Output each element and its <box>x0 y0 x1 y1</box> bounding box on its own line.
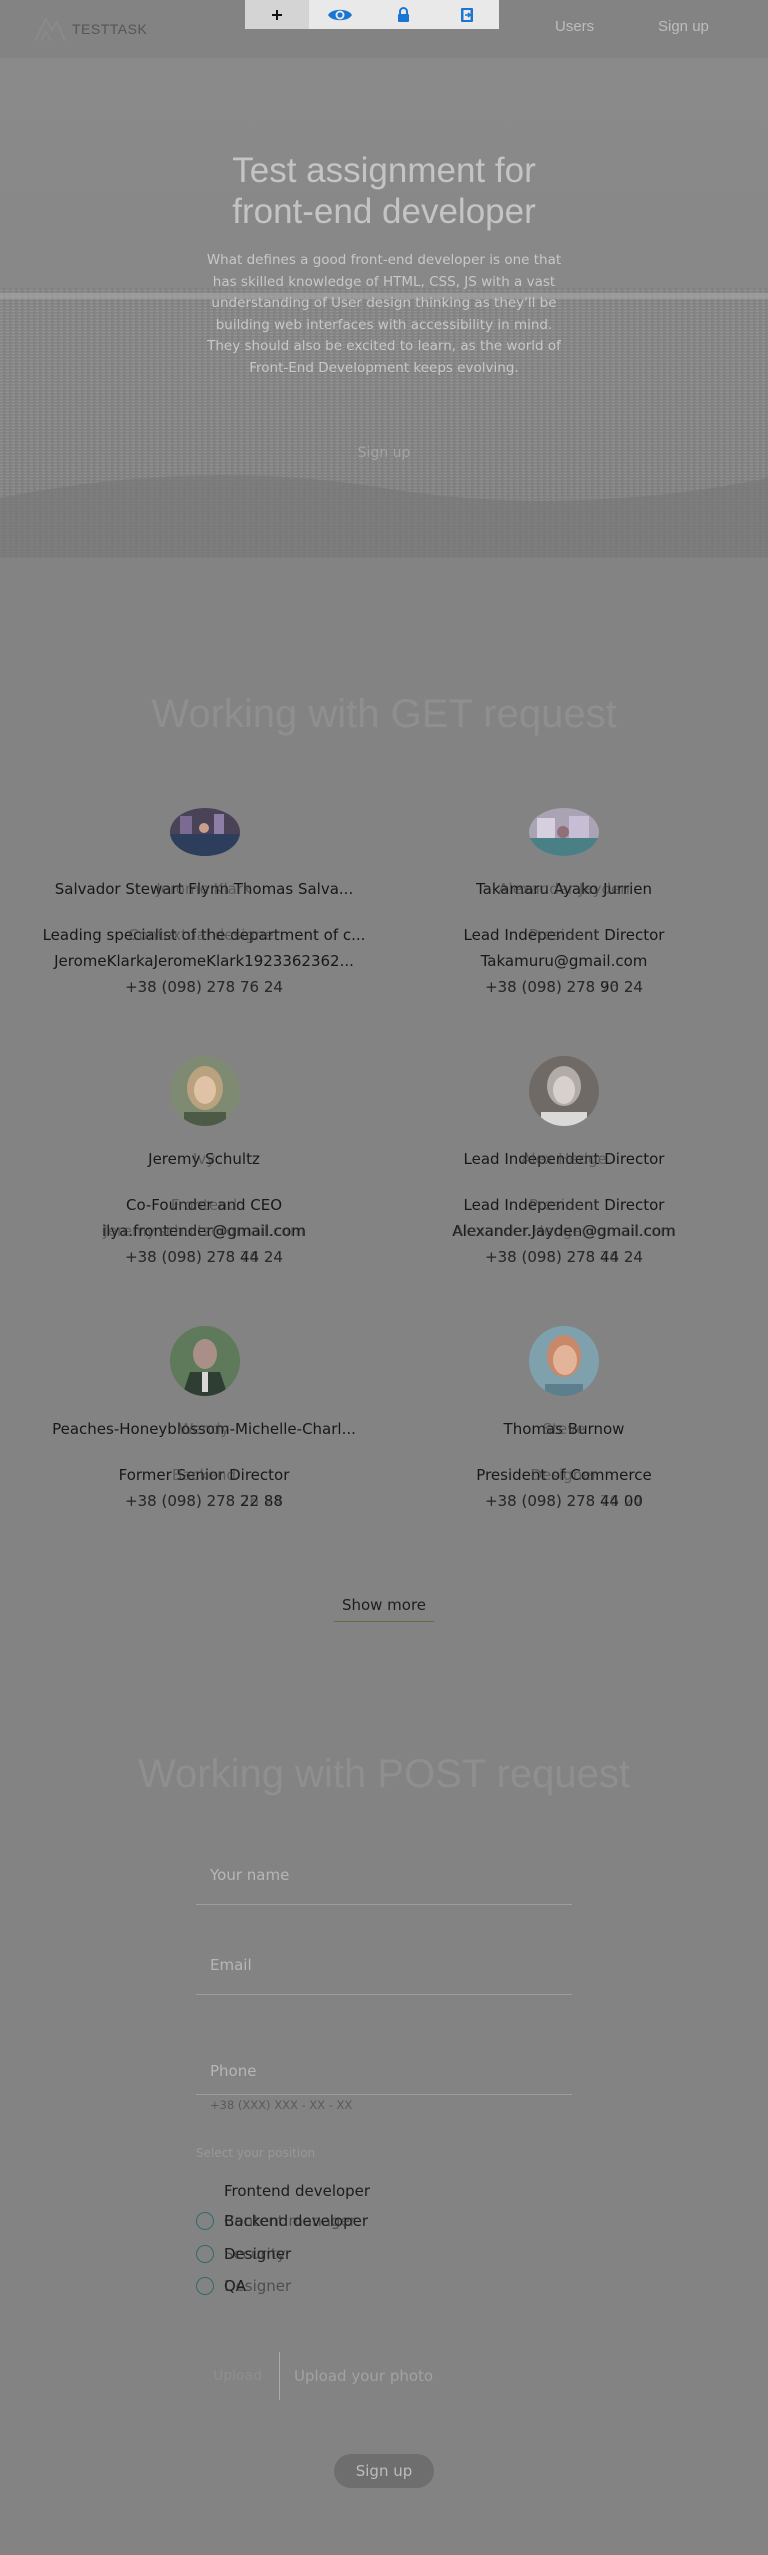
eye-icon <box>328 9 353 20</box>
toolbar-lock-button[interactable] <box>372 0 436 29</box>
user-card: Jeremy Schultz Ivy Co-Founder and CEO Fr… <box>12 1056 396 1276</box>
name-field-underline <box>196 1904 572 1905</box>
user-phone-ghost: +38 (098) 278 76 24 <box>125 1492 283 1510</box>
user-email: JeromeKlarkaJeromeKlark1923362362... <box>54 952 354 970</box>
toolbar-eye-button[interactable] <box>309 0 373 29</box>
hero-text-line: understanding of User design thinking as… <box>211 295 557 311</box>
user-name-ghost: Ivy <box>192 1150 216 1168</box>
phone-helper-text: +38 (XXX) XXX - XX - XX <box>210 2098 353 2112</box>
position-option-ghost: Designer <box>224 2277 292 2295</box>
logo[interactable]: TESTTASK <box>32 14 147 44</box>
user-avatar <box>529 1056 599 1126</box>
user-phone-ghost: +38 (098) 278 76 24 <box>125 1248 283 1266</box>
hero-title: Test assignment for front-end developer <box>0 150 768 232</box>
hero-text-line: building web interfaces with accessibili… <box>215 316 553 333</box>
nav-users-link[interactable]: Users <box>555 18 594 35</box>
photo-upload[interactable]: Upload Upload your photo <box>196 2352 572 2400</box>
header: TESTTASK Users Sign up <box>0 0 768 58</box>
user-name-ghost: Wendy <box>178 1420 230 1438</box>
user-position-ghost: President <box>529 926 599 944</box>
user-phone-ghost: +38 (098) 278 76 24 <box>125 978 283 996</box>
user-card: Thomas Burnow Steve President of Commerc… <box>372 1326 756 1516</box>
email-field-underline <box>196 1994 572 1995</box>
radio-button[interactable] <box>196 2212 214 2230</box>
user-name-ghost: Alex Hedge <box>521 1150 607 1168</box>
phone-field-underline <box>196 2094 572 2095</box>
user-phone-ghost: +38 (098) 278 76 24 <box>485 978 643 996</box>
submit-signup-button[interactable]: Sign up <box>334 2454 434 2488</box>
hero-banner: Test assignment for front-end developer … <box>0 58 768 558</box>
user-position-ghost: President <box>529 1196 599 1214</box>
user-name-ghost: Alexander Jayden <box>498 880 630 898</box>
show-more-button[interactable]: Show more <box>334 1588 434 1622</box>
hero-title-line-1: Test assignment for <box>232 151 536 190</box>
browser-toolbar <box>245 0 499 29</box>
user-email-ghost: Jeremy.schultz@gmail.com <box>103 1222 305 1240</box>
plus-icon <box>271 9 282 20</box>
position-select-title: Select your position <box>196 2146 316 2160</box>
user-name-ghost: Jerome Klark <box>156 880 252 898</box>
email-placeholder: Email <box>210 1956 252 1974</box>
radio-button[interactable] <box>196 2245 214 2263</box>
position-option-label: Frontend developer <box>224 2182 371 2200</box>
lock-icon <box>398 7 410 22</box>
user-phone-ghost: +38 (098) 278 76 24 <box>485 1248 643 1266</box>
user-card: Peaches-Honeyblossom-Michelle-Charl... W… <box>12 1326 396 1516</box>
hero-text-line: Front-End Development keeps evolving. <box>249 359 519 376</box>
user-email: Takamuru@gmail.com <box>480 952 648 970</box>
logo-text: TESTTASK <box>72 21 148 37</box>
user-position-ghost: Frontend <box>170 1196 238 1214</box>
toolbar-plus-button[interactable] <box>245 0 309 29</box>
name-placeholder: Your name <box>210 1866 290 1884</box>
hero-signup-button[interactable]: Sign up <box>334 436 434 470</box>
exit-icon <box>461 7 474 22</box>
radio-button[interactable] <box>196 2277 214 2295</box>
hero-description: What defines a good front-end developer … <box>192 250 576 379</box>
email-field[interactable]: Email <box>196 1956 572 1996</box>
user-avatar <box>170 808 240 856</box>
upload-placeholder: Upload your photo <box>294 2367 434 2385</box>
user-avatar <box>529 808 599 856</box>
hero-text-line: has skilled knowledge of HTML, CSS, JS w… <box>212 273 556 290</box>
user-name-ghost: Steve <box>542 1420 586 1438</box>
user-avatar <box>529 1326 599 1396</box>
get-section-title: Working with GET request <box>151 692 617 736</box>
hero-title-line-2: front-end developer <box>232 192 536 231</box>
hero-text-line: What defines a good front-end developer … <box>206 252 562 268</box>
user-card: Salvador Stewart Flynn Thomas Salva... J… <box>12 808 396 1008</box>
hero-text-line: They should also be excited to learn, as… <box>207 338 561 354</box>
post-section-title: Working with POST request <box>137 1752 631 1796</box>
user-position-ghost: Contextual designer <box>128 926 280 944</box>
phone-field[interactable]: Phone <box>196 2062 572 2102</box>
user-card: Lead Independent Director Alex Hedge Lea… <box>372 1056 756 1276</box>
position-option-ghost: Content manager <box>224 2212 356 2230</box>
user-position-ghost: Backend <box>171 1466 237 1484</box>
user-avatar <box>170 1056 240 1126</box>
phone-placeholder: Phone <box>210 2062 257 2080</box>
upload-button[interactable]: Upload <box>196 2352 280 2400</box>
user-avatar <box>170 1326 240 1396</box>
name-field[interactable]: Your name <box>196 1866 572 1906</box>
position-option-ghost: Security <box>224 2245 286 2263</box>
nav-signup-link[interactable]: Sign up <box>658 18 709 35</box>
user-card: Takamaru Ayako Jurrien Alexander Jayden … <box>372 808 756 1008</box>
user-email-ghost: Alexander.Hedge@gmail.com <box>453 1222 675 1240</box>
logo-icon <box>34 16 66 42</box>
user-phone-ghost: +38 (098) 278 76 24 <box>485 1492 643 1510</box>
toolbar-exit-button[interactable] <box>436 0 500 29</box>
position-option[interactable]: Frontend developer <box>224 2180 370 2202</box>
user-position-ghost: Designer <box>530 1466 598 1484</box>
